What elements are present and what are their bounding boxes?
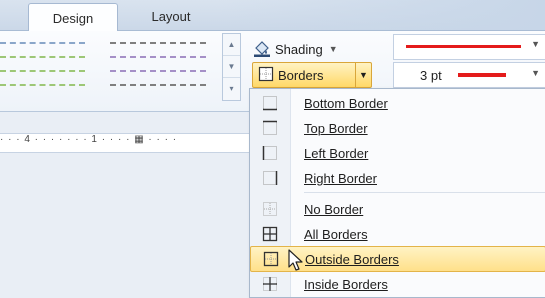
borders-label: Borders bbox=[278, 67, 324, 83]
menu-item-label: Left Border bbox=[304, 145, 369, 161]
mouse-pointer-icon bbox=[287, 248, 305, 277]
gallery-scrollbar[interactable]: ▲ ▼ ▾ bbox=[222, 33, 241, 101]
menu-item-bottom-border[interactable]: Bottom Border bbox=[250, 91, 545, 115]
pen-weight-dropdown[interactable]: 3 pt ▼ bbox=[393, 62, 545, 88]
menu-item-label: Outside Borders bbox=[305, 251, 399, 267]
menu-item-label: Right Border bbox=[304, 170, 377, 186]
gallery-more-icon[interactable]: ▾ bbox=[223, 78, 240, 99]
shading-button[interactable]: Shading ▼ bbox=[252, 38, 388, 60]
ribbon-tab-bar: Design Layout bbox=[0, 0, 545, 32]
style-swatch-line bbox=[110, 42, 206, 44]
pen-weight-preview bbox=[458, 73, 506, 77]
pen-weight-value: 3 pt bbox=[420, 67, 442, 83]
bottom-border-icon bbox=[250, 95, 290, 111]
menu-item-left-border[interactable]: Left Border bbox=[250, 141, 545, 165]
style-swatch-line bbox=[0, 84, 85, 86]
style-swatch-line bbox=[0, 70, 85, 72]
scroll-up-icon[interactable]: ▲ bbox=[223, 34, 240, 56]
menu-separator bbox=[304, 192, 545, 193]
menu-item-label: Top Border bbox=[304, 120, 368, 136]
right-border-icon bbox=[250, 170, 290, 186]
menu-item-all-borders[interactable]: All Borders bbox=[250, 222, 545, 246]
borders-button[interactable]: Borders ▼ bbox=[252, 62, 372, 88]
top-border-icon bbox=[250, 120, 290, 136]
outside-borders-icon bbox=[251, 251, 291, 267]
horizontal-ruler: · · · 4 · · · · · · · 1 · · · · ▦ · · · … bbox=[0, 133, 250, 153]
style-swatch-line bbox=[110, 70, 206, 72]
table-styles-gallery[interactable] bbox=[0, 34, 218, 98]
menu-item-label: All Borders bbox=[304, 226, 368, 242]
pen-style-dropdown[interactable]: ▼ bbox=[393, 34, 545, 60]
menu-item-no-border[interactable]: No Border bbox=[250, 197, 545, 221]
all-borders-icon bbox=[250, 226, 290, 242]
chevron-down-icon[interactable]: ▼ bbox=[531, 39, 540, 49]
outside-borders-icon bbox=[258, 66, 274, 85]
scroll-down-icon[interactable]: ▼ bbox=[223, 56, 240, 78]
shading-label: Shading bbox=[275, 41, 323, 57]
menu-item-right-border[interactable]: Right Border bbox=[250, 166, 545, 190]
menu-item-top-border[interactable]: Top Border bbox=[250, 116, 545, 140]
style-swatch-line bbox=[110, 84, 206, 86]
no-border-icon bbox=[250, 201, 290, 217]
borders-dropdown-arrow[interactable]: ▼ bbox=[355, 63, 371, 87]
style-swatch-line bbox=[110, 56, 206, 58]
inside-borders-icon bbox=[250, 276, 290, 292]
tab-bar-background bbox=[218, 0, 545, 30]
tab-design[interactable]: Design bbox=[28, 3, 118, 32]
chevron-down-icon[interactable]: ▼ bbox=[329, 44, 338, 54]
left-border-icon bbox=[250, 145, 290, 161]
menu-item-label: No Border bbox=[304, 201, 364, 217]
tab-layout[interactable]: Layout bbox=[127, 3, 215, 30]
paint-bucket-icon bbox=[252, 39, 272, 60]
chevron-down-icon[interactable]: ▼ bbox=[531, 68, 540, 78]
pen-style-preview bbox=[406, 45, 521, 48]
menu-item-label: Inside Borders bbox=[304, 276, 388, 292]
style-swatch-line bbox=[0, 42, 85, 44]
style-swatch-line bbox=[0, 56, 85, 58]
menu-item-label: Bottom Border bbox=[304, 95, 388, 111]
